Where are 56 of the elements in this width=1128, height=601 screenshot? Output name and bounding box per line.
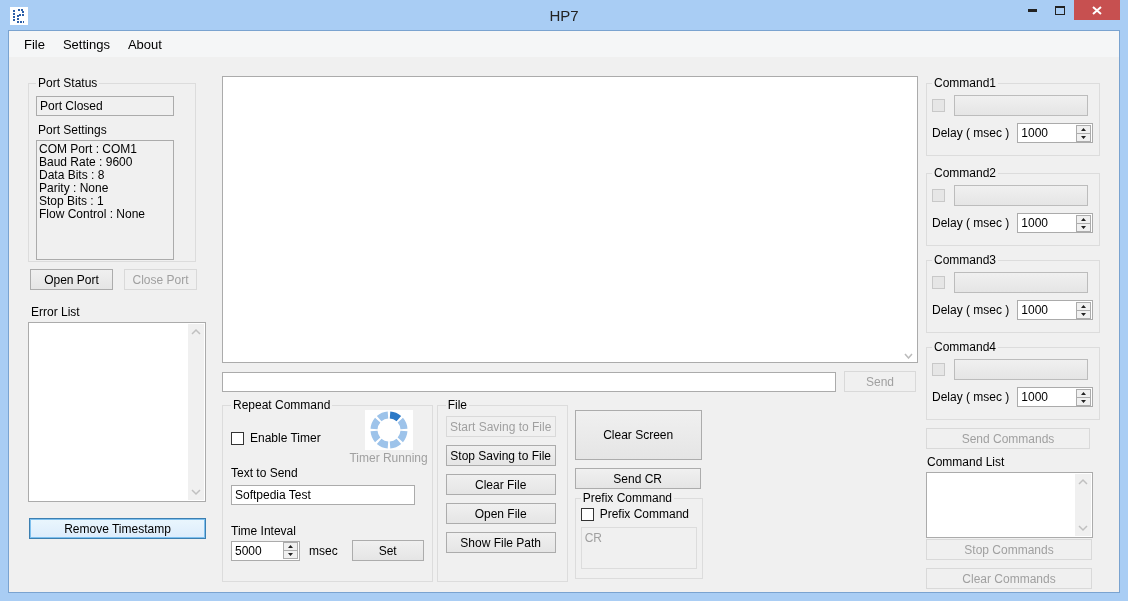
minimize-icon <box>1027 8 1037 12</box>
file-button[interactable]: Open File <box>445 503 556 524</box>
menu-item[interactable]: About <box>118 36 171 52</box>
maximize-icon <box>1055 5 1065 15</box>
app-icon <box>10 7 28 25</box>
timer-status: Timer Running <box>349 451 428 465</box>
field-label: Error List <box>31 305 80 319</box>
command-input[interactable] <box>222 371 836 392</box>
remove-timestamp-button[interactable]: Remove Timestamp <box>29 518 206 539</box>
group-title: Port Status <box>37 76 99 90</box>
number-field[interactable]: 5000 <box>231 540 300 561</box>
group-title: Command3 <box>933 253 998 267</box>
close-button[interactable] <box>1074 0 1120 20</box>
set-button[interactable]: Set <box>351 540 424 561</box>
file-button[interactable]: Show File Path <box>445 532 556 553</box>
field-label: Delay ( msec ) <box>932 390 1010 404</box>
field-label: Time Inteval <box>231 524 296 538</box>
send-cr-button[interactable]: Send CR <box>574 468 701 489</box>
unit-label: msec <box>309 543 338 558</box>
checkbox[interactable] <box>231 431 244 445</box>
loading-spinner-icon <box>364 410 413 450</box>
checkbox-label: Enable Timer <box>250 431 321 445</box>
group-title: Repeat Command <box>232 398 332 412</box>
group-title: Prefix Command <box>581 491 674 505</box>
field-label: Port Settings <box>38 123 107 137</box>
file-button[interactable]: Stop Saving to File <box>445 445 556 466</box>
window-title: HP7 <box>549 7 579 24</box>
settings-box: COM Port : COM1 Baud Rate : 9600 Data Bits : 8 Parity : None Stop Bits : 1 Flow Control : None <box>36 140 174 260</box>
clear-screen-button[interactable]: Clear Screen <box>574 410 702 460</box>
menu-item[interactable]: File <box>15 36 54 52</box>
field-label: Delay ( msec ) <box>932 216 1010 230</box>
spin-buttons-icon[interactable] <box>1076 214 1092 232</box>
group-title: Command1 <box>933 76 998 90</box>
scroll-down-icon[interactable] <box>904 353 913 359</box>
scroll-bar[interactable] <box>188 324 204 500</box>
spin-buttons-icon[interactable] <box>1076 388 1092 406</box>
checkbox-label: Prefix Command <box>599 507 690 521</box>
group-title: Command4 <box>933 340 998 354</box>
scroll-bar[interactable] <box>1075 474 1091 536</box>
open-port-button[interactable]: Open Port <box>30 269 113 290</box>
field-label: Text to Send <box>231 466 298 480</box>
status-field: Port Closed <box>36 96 174 116</box>
group-title: File <box>446 398 468 412</box>
field-label: Command List <box>927 455 1005 469</box>
group-title: Command2 <box>933 166 998 180</box>
field-label: Delay ( msec ) <box>932 126 1010 140</box>
error-list[interactable] <box>28 322 206 502</box>
field-label: Delay ( msec ) <box>932 303 1010 317</box>
spin-buttons-icon[interactable] <box>1076 124 1092 142</box>
close-icon <box>1092 5 1102 15</box>
menu-item[interactable]: Settings <box>53 36 119 52</box>
spin-buttons-icon[interactable] <box>1076 301 1092 319</box>
spin-buttons-icon[interactable] <box>283 542 298 559</box>
command-list[interactable] <box>926 472 1093 538</box>
text-field[interactable]: Softpedia Test <box>231 485 415 505</box>
file-button[interactable]: Clear File <box>445 474 556 495</box>
